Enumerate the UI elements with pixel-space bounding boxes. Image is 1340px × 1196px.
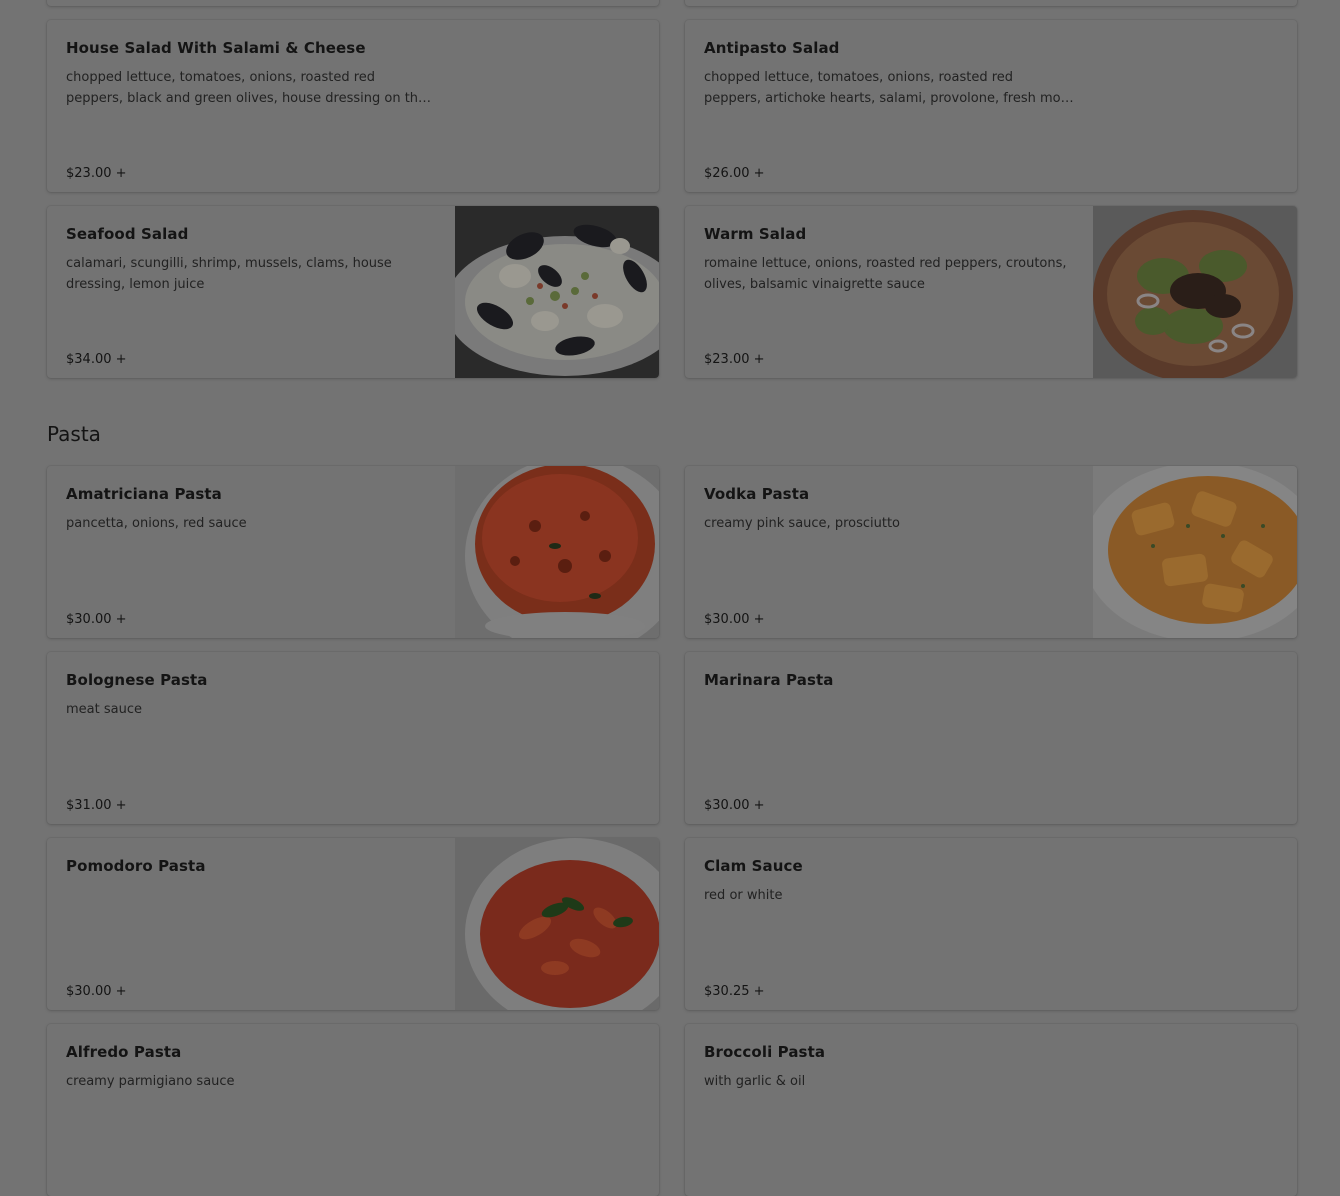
pomodoro-pasta-image <box>455 838 659 1010</box>
menu-item-price: $30.00 + <box>66 612 127 627</box>
menu-item-price: $30.00 + <box>704 612 765 627</box>
menu-item-name: Antipasto Salad <box>704 39 840 57</box>
section-title-pasta: Pasta <box>47 422 101 446</box>
menu-item-name: Broccoli Pasta <box>704 1043 826 1061</box>
menu-item-price: $30.25 + <box>704 984 765 999</box>
menu-item-name: Pomodoro Pasta <box>66 857 206 875</box>
menu-item-name: Seafood Salad <box>66 225 189 243</box>
menu-item-description: meat sauce <box>66 702 142 717</box>
menu-item-card-partial[interactable] <box>685 0 1297 6</box>
menu-item-description: red or white <box>704 888 783 903</box>
menu-item-name: Vodka Pasta <box>704 485 810 503</box>
menu-item-card-partial[interactable] <box>47 0 659 6</box>
menu-item-description: chopped lettuce, tomatoes, onions, roast… <box>66 70 432 106</box>
menu-item-name: Bolognese Pasta <box>66 671 208 689</box>
amatriciana-pasta-image <box>455 466 659 638</box>
menu-item-card-warm-salad[interactable]: Warm Salad romaine lettuce, onions, roas… <box>685 206 1297 378</box>
seafood-salad-image <box>455 206 659 378</box>
amatriciana-pasta-photo <box>455 466 659 638</box>
menu-item-description: pancetta, onions, red sauce <box>66 516 247 531</box>
menu-item-price: $23.00 + <box>704 352 765 367</box>
menu-item-name: Clam Sauce <box>704 857 803 875</box>
menu-item-description: with garlic & oil <box>704 1074 806 1089</box>
menu-item-name: Amatriciana Pasta <box>66 485 222 503</box>
menu-item-description: creamy pink sauce, prosciutto <box>704 516 900 531</box>
menu-item-card-amatriciana-pasta[interactable]: Amatriciana Pasta pancetta, onions, red … <box>47 466 659 638</box>
menu-item-description: creamy parmigiano sauce <box>66 1074 235 1089</box>
menu-item-card-bolognese-pasta[interactable]: Bolognese Pasta meat sauce $31.00 + <box>47 652 659 824</box>
vodka-pasta-image <box>1093 466 1297 638</box>
menu-item-name: House Salad With Salami & Cheese <box>66 39 366 57</box>
menu-item-name: Warm Salad <box>704 225 807 243</box>
menu-item-price: $30.00 + <box>704 798 765 813</box>
menu-item-card-pomodoro-pasta[interactable]: Pomodoro Pasta $30.00 + <box>47 838 659 1010</box>
warm-salad-image <box>1093 206 1297 378</box>
menu-item-card-house-salad[interactable]: House Salad With Salami & Cheese chopped… <box>47 20 659 192</box>
menu-item-price: $30.00 + <box>66 984 127 999</box>
seafood-salad-photo <box>455 206 659 378</box>
menu-item-card-alfredo-pasta[interactable]: Alfredo Pasta creamy parmigiano sauce <box>47 1024 659 1196</box>
vodka-pasta-photo <box>1093 466 1297 638</box>
menu-item-name: Marinara Pasta <box>704 671 834 689</box>
menu-item-description: calamari, scungilli, shrimp, mussels, cl… <box>66 256 392 292</box>
menu-item-card-clam-sauce[interactable]: Clam Sauce red or white $30.25 + <box>685 838 1297 1010</box>
menu-item-price: $23.00 + <box>66 166 127 181</box>
warm-salad-photo <box>1093 206 1297 378</box>
menu-item-description: chopped lettuce, tomatoes, onions, roast… <box>704 70 1074 106</box>
menu-item-description: romaine lettuce, onions, roasted red pep… <box>704 256 1067 292</box>
pomodoro-pasta-photo <box>455 838 659 1010</box>
menu-item-name: Alfredo Pasta <box>66 1043 182 1061</box>
menu-item-card-vodka-pasta[interactable]: Vodka Pasta creamy pink sauce, prosciutt… <box>685 466 1297 638</box>
menu-item-price: $31.00 + <box>66 798 127 813</box>
menu-item-card-seafood-salad[interactable]: Seafood Salad calamari, scungilli, shrim… <box>47 206 659 378</box>
menu-item-card-broccoli-pasta[interactable]: Broccoli Pasta with garlic & oil <box>685 1024 1297 1196</box>
menu-item-price: $26.00 + <box>704 166 765 181</box>
menu-item-price: $34.00 + <box>66 352 127 367</box>
menu-page: House Salad With Salami & Cheese chopped… <box>0 0 1340 1196</box>
menu-item-card-marinara-pasta[interactable]: Marinara Pasta $30.00 + <box>685 652 1297 824</box>
menu-item-card-antipasto-salad[interactable]: Antipasto Salad chopped lettuce, tomatoe… <box>685 20 1297 192</box>
